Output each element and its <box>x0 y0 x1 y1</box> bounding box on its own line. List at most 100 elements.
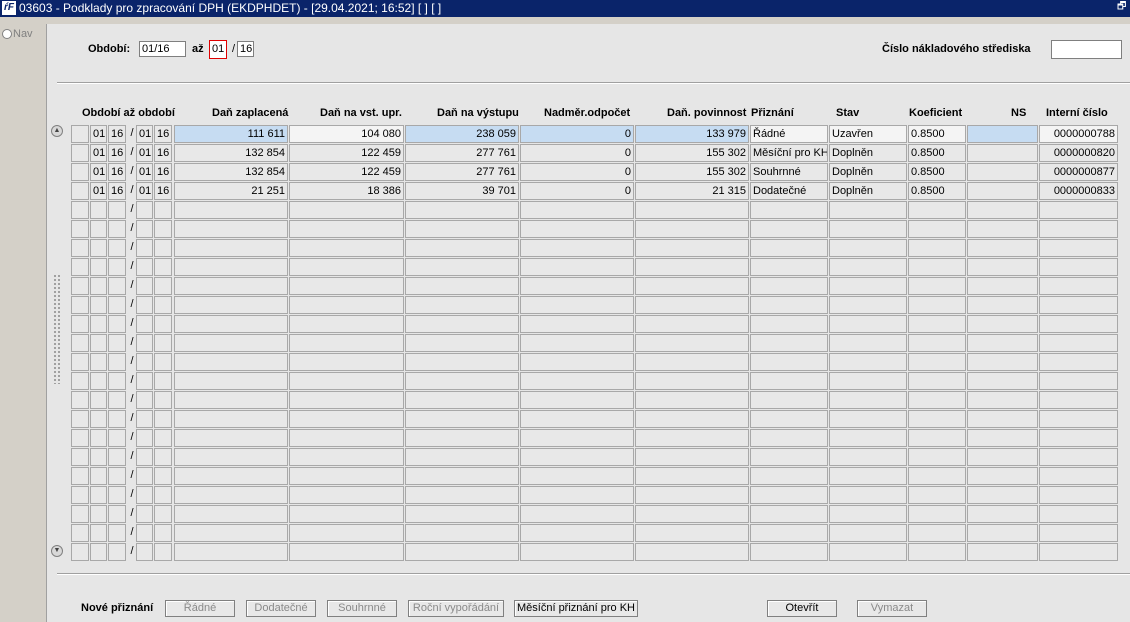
cell-tax-paid[interactable] <box>174 296 288 314</box>
row-selector[interactable] <box>71 201 89 219</box>
cell-to-year[interactable] <box>154 486 172 504</box>
cell-internal-no[interactable] <box>1039 505 1118 523</box>
cell-return[interactable] <box>750 448 828 466</box>
cell-to-month[interactable] <box>136 543 153 561</box>
cell-ns[interactable] <box>967 220 1038 238</box>
cell-excess-deduction[interactable] <box>520 448 634 466</box>
cell-to-year[interactable] <box>154 277 172 295</box>
row-selector[interactable] <box>71 277 89 295</box>
cell-to-month[interactable] <box>136 220 153 238</box>
supplementary-return-button[interactable]: Dodatečné <box>246 600 316 617</box>
cell-to-month[interactable] <box>136 410 153 428</box>
cell-from-month[interactable] <box>90 467 107 485</box>
cell-tax-input-adj[interactable] <box>289 486 404 504</box>
cell-excess-deduction[interactable]: 0 <box>520 125 634 143</box>
cell-from-month[interactable] <box>90 334 107 352</box>
cell-status[interactable] <box>829 315 907 333</box>
cell-tax-paid[interactable] <box>174 372 288 390</box>
cell-tax-output[interactable] <box>405 543 519 561</box>
cell-coefficient[interactable] <box>908 296 966 314</box>
cell-internal-no[interactable] <box>1039 410 1118 428</box>
cell-tax-liability[interactable] <box>635 505 749 523</box>
cell-tax-paid[interactable] <box>174 258 288 276</box>
row-selector[interactable] <box>71 296 89 314</box>
cell-tax-input-adj[interactable] <box>289 524 404 542</box>
regular-return-button[interactable]: Řádné <box>165 600 235 617</box>
row-selector[interactable] <box>71 239 89 257</box>
row-selector[interactable] <box>71 467 89 485</box>
cell-status[interactable] <box>829 524 907 542</box>
cell-internal-no[interactable] <box>1039 467 1118 485</box>
cell-ns[interactable] <box>967 391 1038 409</box>
row-selector[interactable] <box>71 524 89 542</box>
delete-button[interactable]: Vymazat <box>857 600 927 617</box>
cell-to-year[interactable] <box>154 372 172 390</box>
cell-return[interactable] <box>750 524 828 542</box>
cell-tax-paid[interactable] <box>174 220 288 238</box>
cell-from-year[interactable] <box>108 334 126 352</box>
cell-tax-input-adj[interactable] <box>289 467 404 485</box>
cell-tax-output[interactable] <box>405 277 519 295</box>
cell-excess-deduction[interactable] <box>520 315 634 333</box>
cell-from-month[interactable] <box>90 277 107 295</box>
cell-to-month[interactable] <box>136 277 153 295</box>
cell-status[interactable] <box>829 296 907 314</box>
cell-to-year[interactable] <box>154 524 172 542</box>
cell-excess-deduction[interactable] <box>520 201 634 219</box>
cell-status[interactable] <box>829 543 907 561</box>
cell-to-month[interactable] <box>136 258 153 276</box>
row-selector[interactable] <box>71 144 89 162</box>
cell-from-month[interactable] <box>90 391 107 409</box>
cell-tax-output[interactable] <box>405 296 519 314</box>
open-button[interactable]: Otevřít <box>767 600 837 617</box>
cell-from-month[interactable] <box>90 296 107 314</box>
cell-tax-input-adj[interactable] <box>289 239 404 257</box>
cell-excess-deduction[interactable] <box>520 220 634 238</box>
cell-internal-no[interactable] <box>1039 543 1118 561</box>
row-selector[interactable] <box>71 125 89 143</box>
cell-tax-output[interactable] <box>405 391 519 409</box>
scroll-grip[interactable] <box>53 274 61 384</box>
cell-status[interactable] <box>829 391 907 409</box>
cell-status[interactable]: Doplněn <box>829 163 907 181</box>
row-selector[interactable] <box>71 505 89 523</box>
cell-tax-output[interactable] <box>405 467 519 485</box>
cell-tax-paid[interactable] <box>174 448 288 466</box>
cell-to-year[interactable] <box>154 353 172 371</box>
cell-tax-paid[interactable] <box>174 524 288 542</box>
row-selector[interactable] <box>71 429 89 447</box>
cell-from-year[interactable] <box>108 296 126 314</box>
cell-return[interactable] <box>750 505 828 523</box>
restore-window-icon[interactable]: 🗗 <box>1117 2 1127 12</box>
row-selector[interactable] <box>71 182 89 200</box>
cell-to-year[interactable]: 16 <box>154 144 172 162</box>
row-selector[interactable] <box>71 448 89 466</box>
cell-coefficient[interactable] <box>908 391 966 409</box>
cell-from-year[interactable] <box>108 201 126 219</box>
cell-excess-deduction[interactable] <box>520 334 634 352</box>
cell-ns[interactable] <box>967 201 1038 219</box>
cell-internal-no[interactable] <box>1039 239 1118 257</box>
cell-ns[interactable] <box>967 182 1038 200</box>
cell-tax-output[interactable] <box>405 353 519 371</box>
cell-return[interactable] <box>750 239 828 257</box>
row-selector[interactable] <box>71 163 89 181</box>
cell-ns[interactable] <box>967 144 1038 162</box>
cell-ns[interactable] <box>967 353 1038 371</box>
cell-tax-output[interactable] <box>405 486 519 504</box>
cell-from-year[interactable] <box>108 429 126 447</box>
cell-status[interactable] <box>829 353 907 371</box>
cell-excess-deduction[interactable] <box>520 258 634 276</box>
cell-to-month[interactable]: 01 <box>136 163 153 181</box>
cell-tax-output[interactable]: 277 761 <box>405 144 519 162</box>
cell-tax-input-adj[interactable] <box>289 505 404 523</box>
cell-from-month[interactable] <box>90 543 107 561</box>
cell-tax-output[interactable] <box>405 505 519 523</box>
cell-return[interactable] <box>750 467 828 485</box>
cell-excess-deduction[interactable] <box>520 296 634 314</box>
cell-to-year[interactable] <box>154 448 172 466</box>
cell-internal-no[interactable]: 0000000788 <box>1039 125 1118 143</box>
cell-tax-paid[interactable] <box>174 391 288 409</box>
cell-from-year[interactable] <box>108 543 126 561</box>
cell-status[interactable] <box>829 467 907 485</box>
